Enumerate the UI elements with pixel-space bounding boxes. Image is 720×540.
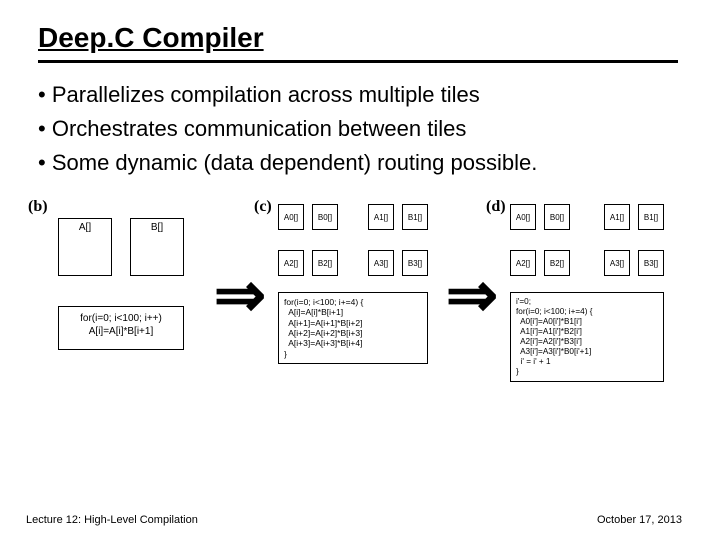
code-line: A1[i']=A1[i']*B2[i'] bbox=[516, 327, 658, 337]
code-line: A[i]=A[i]*B[i+1] bbox=[284, 307, 422, 317]
panels: (b) A[] B[] for(i=0; i<100; i++) A[i]=A[… bbox=[28, 198, 706, 448]
footer-date: October 17, 2013 bbox=[597, 514, 682, 526]
bullet-item: Orchestrates communication between tiles bbox=[38, 112, 678, 146]
tile-B0: B0[] bbox=[312, 204, 338, 230]
tile-B3: B3[] bbox=[402, 250, 428, 276]
bullet-item: Parallelizes compilation across multiple… bbox=[38, 78, 678, 112]
code-line: i'=0; bbox=[516, 297, 658, 307]
tile-B2: B2[] bbox=[312, 250, 338, 276]
panel-b-label: (b) bbox=[28, 198, 48, 216]
tile-A2: A2[] bbox=[278, 250, 304, 276]
panel-d-label: (d) bbox=[486, 198, 506, 216]
tile-B3: B3[] bbox=[638, 250, 664, 276]
tile-A1: A1[] bbox=[604, 204, 630, 230]
panel-d-loop: i'=0; for(i=0; i<100; i+=4) { A0[i']=A0[… bbox=[510, 292, 664, 382]
title-rule bbox=[38, 60, 678, 63]
code-line: } bbox=[284, 349, 422, 359]
panel-b-array-A: A[] bbox=[58, 218, 112, 276]
tile-B1: B1[] bbox=[402, 204, 428, 230]
footer-lecture: Lecture 12: High-Level Compilation bbox=[26, 514, 198, 526]
panel-c-label: (c) bbox=[254, 198, 272, 216]
bullet-list: Parallelizes compilation across multiple… bbox=[38, 78, 678, 180]
code-line: A[i+1]=A[i+1]*B[i+2] bbox=[284, 318, 422, 328]
tile-A0: A0[] bbox=[510, 204, 536, 230]
tile-B1: B1[] bbox=[638, 204, 664, 230]
code-line: for(i=0; i<100; i+=4) { bbox=[284, 297, 422, 307]
panel-c-loop: for(i=0; i<100; i+=4) { A[i]=A[i]*B[i+1]… bbox=[278, 292, 428, 364]
code-line: A3[i']=A3[i']*B0[i'+1] bbox=[516, 347, 658, 357]
tile-B2: B2[] bbox=[544, 250, 570, 276]
bullet-item: Some dynamic (data dependent) routing po… bbox=[38, 146, 678, 180]
code-line: } bbox=[516, 367, 658, 377]
tile-A3: A3[] bbox=[368, 250, 394, 276]
code-line: A[i]=A[i]*B[i+1] bbox=[59, 326, 183, 339]
code-line: A[i+2]=A[i+2]*B[i+3] bbox=[284, 328, 422, 338]
tile-A2: A2[] bbox=[510, 250, 536, 276]
code-line: for(i=0; i<100; i+=4) { bbox=[516, 307, 658, 317]
arrow-icon: ⇒ bbox=[446, 258, 498, 332]
tile-A0: A0[] bbox=[278, 204, 304, 230]
arrow-icon: ⇒ bbox=[214, 258, 266, 332]
code-line: A2[i']=A2[i']*B3[i'] bbox=[516, 337, 658, 347]
tile-A1: A1[] bbox=[368, 204, 394, 230]
tile-B0: B0[] bbox=[544, 204, 570, 230]
panel-b-array-B: B[] bbox=[130, 218, 184, 276]
code-line: A0[i']=A0[i']*B1[i'] bbox=[516, 317, 658, 327]
code-line: i' = i' + 1 bbox=[516, 357, 658, 367]
code-line: A[i+3]=A[i+3]*B[i+4] bbox=[284, 338, 422, 348]
page-title: Deep.C Compiler bbox=[38, 22, 264, 54]
panel-b-loop: for(i=0; i<100; i++) A[i]=A[i]*B[i+1] bbox=[58, 306, 184, 350]
code-line: for(i=0; i<100; i++) bbox=[59, 313, 183, 326]
tile-A3: A3[] bbox=[604, 250, 630, 276]
